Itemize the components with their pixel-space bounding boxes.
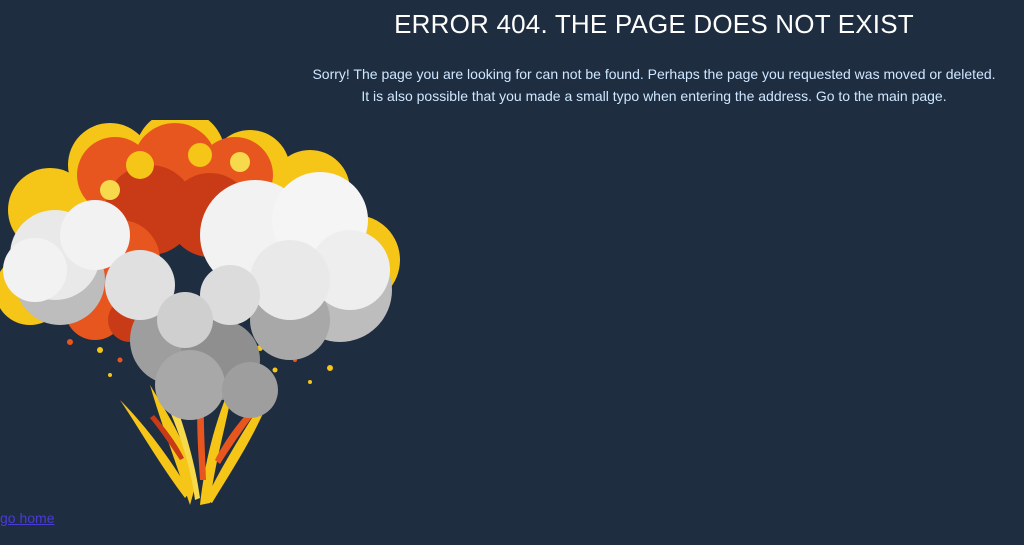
explosion-illustration — [0, 120, 400, 505]
error-message: Sorry! The page you are looking for can … — [312, 66, 996, 104]
page-title: ERROR 404. THE PAGE DOES NOT EXIST — [394, 9, 914, 39]
go-home-link[interactable]: go home — [0, 510, 54, 526]
error-page: ERROR 404. THE PAGE DOES NOT EXIST Sorry… — [0, 0, 1024, 545]
